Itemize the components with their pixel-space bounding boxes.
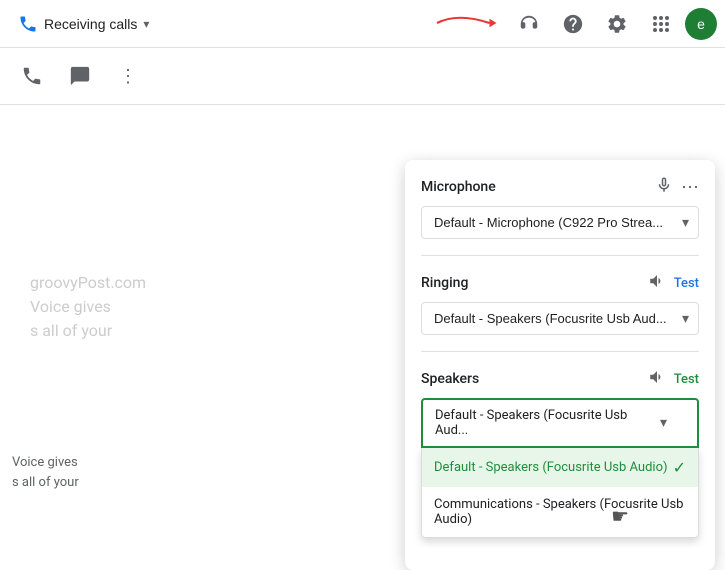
microphone-icons: ⋯ xyxy=(655,176,699,198)
messages-tab-icon xyxy=(69,65,91,87)
speakers-select-container: Default - Speakers (Focusrite Usb Aud...… xyxy=(421,398,699,538)
audio-settings-dropdown: Microphone ⋯ Default - Microphone (C922 … xyxy=(405,160,715,570)
sub-toolbar: ⋮ xyxy=(0,48,725,105)
footer-text: Voice gives s all of your xyxy=(0,445,91,500)
footer-line1: Voice gives xyxy=(12,453,79,473)
microphone-icon[interactable] xyxy=(655,176,673,198)
speakers-option-default[interactable]: Default - Speakers (Focusrite Usb Audio)… xyxy=(422,448,698,487)
divider-1 xyxy=(421,255,699,256)
avatar-letter: e xyxy=(697,16,705,32)
speakers-chevron-icon: ▾ xyxy=(660,415,667,431)
watermark-text: groovyPost.com Voice gives s all of your xyxy=(30,271,146,343)
header-left: Receiving calls ▾ xyxy=(0,8,159,40)
footer-line2: s all of your xyxy=(12,473,79,493)
red-arrow-annotation xyxy=(430,8,500,38)
headset-button[interactable] xyxy=(509,4,549,44)
main-content: groovyPost.com Voice gives s all of your… xyxy=(0,105,725,508)
receiving-calls-button[interactable]: Receiving calls ▾ xyxy=(8,8,159,40)
settings-icon xyxy=(606,13,628,35)
phone-tab-button[interactable] xyxy=(12,56,52,96)
microphone-select-wrapper: Default - Microphone (C922 Pro Strea... xyxy=(421,206,699,239)
microphone-section: Microphone ⋯ Default - Microphone (C922 … xyxy=(421,176,699,239)
help-button[interactable] xyxy=(553,4,593,44)
apps-button[interactable] xyxy=(641,4,681,44)
headset-icon xyxy=(518,13,540,35)
speakers-option-communications-label: Communications - Speakers (Focusrite Usb… xyxy=(434,497,686,527)
speakers-section: Speakers Test Default - Speakers (Focusr… xyxy=(421,368,699,538)
ringing-section-header: Ringing Test xyxy=(421,272,699,294)
header-right: e xyxy=(509,4,717,44)
ringing-test-button[interactable]: Test xyxy=(674,276,699,291)
ringing-title: Ringing xyxy=(421,275,468,291)
microphone-section-header: Microphone ⋯ xyxy=(421,176,699,198)
watermark-line3: s all of your xyxy=(30,319,146,343)
speakers-select-open[interactable]: Default - Speakers (Focusrite Usb Aud...… xyxy=(421,398,699,448)
speakers-selected-value: Default - Speakers (Focusrite Usb Aud... xyxy=(435,408,660,438)
microphone-select[interactable]: Default - Microphone (C922 Pro Strea... xyxy=(421,206,699,239)
microphone-title: Microphone xyxy=(421,179,496,195)
help-icon xyxy=(562,13,584,35)
ringing-select-wrapper: Default - Speakers (Focusrite Usb Aud... xyxy=(421,302,699,335)
more-tab-icon: ⋮ xyxy=(119,66,137,87)
speakers-volume-icon xyxy=(648,368,666,390)
header: Receiving calls ▾ xyxy=(0,0,725,48)
speakers-icons: Test xyxy=(648,368,699,390)
speakers-option-default-label: Default - Speakers (Focusrite Usb Audio) xyxy=(434,460,668,475)
ringing-volume-icon xyxy=(648,272,666,294)
receiving-calls-label: Receiving calls xyxy=(44,16,137,32)
microphone-more-icon[interactable]: ⋯ xyxy=(681,177,699,198)
ringing-select[interactable]: Default - Speakers (Focusrite Usb Aud... xyxy=(421,302,699,335)
settings-button[interactable] xyxy=(597,4,637,44)
grid-icon xyxy=(653,16,669,32)
avatar-button[interactable]: e xyxy=(685,8,717,40)
speakers-check-icon: ✓ xyxy=(673,458,686,477)
speakers-section-header: Speakers Test xyxy=(421,368,699,390)
watermark-line1: groovyPost.com xyxy=(30,271,146,295)
ringing-icons: Test xyxy=(648,272,699,294)
divider-2 xyxy=(421,351,699,352)
speakers-dropdown-options: Default - Speakers (Focusrite Usb Audio)… xyxy=(421,448,699,538)
messages-tab-button[interactable] xyxy=(60,56,100,96)
speakers-title: Speakers xyxy=(421,371,479,387)
watermark-line2: Voice gives xyxy=(30,295,146,319)
chevron-down-icon: ▾ xyxy=(143,17,149,31)
phone-tab-icon xyxy=(21,65,43,87)
phone-receiving-icon xyxy=(18,14,38,34)
more-tab-button[interactable]: ⋮ xyxy=(108,56,148,96)
speakers-option-communications[interactable]: Communications - Speakers (Focusrite Usb… xyxy=(422,487,698,537)
speakers-test-button[interactable]: Test xyxy=(674,372,699,387)
ringing-section: Ringing Test Default - Speakers (Focusri… xyxy=(421,272,699,335)
